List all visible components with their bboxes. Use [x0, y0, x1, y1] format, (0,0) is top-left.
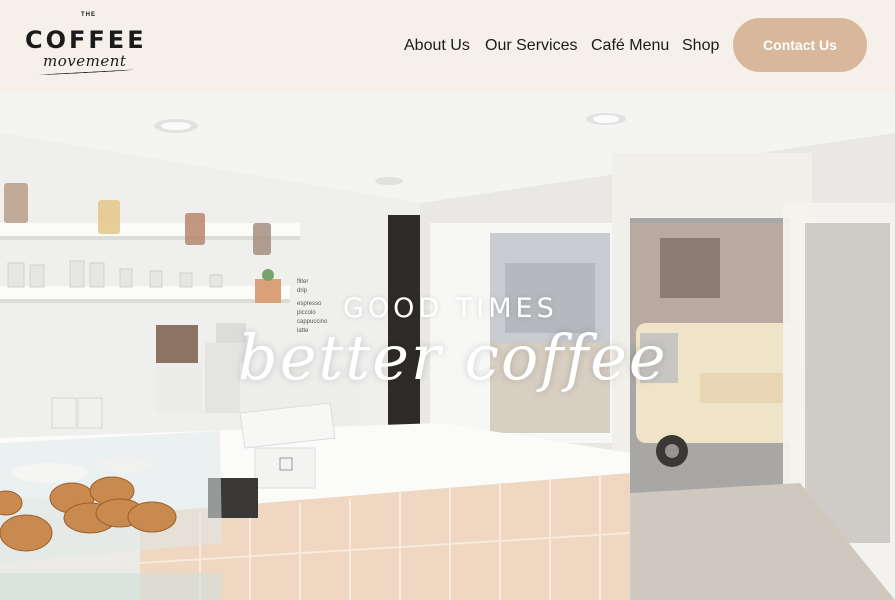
menu-item-cappuccino: cappuccino — [297, 319, 328, 325]
nav-our-services[interactable]: Our Services — [485, 37, 577, 55]
contact-us-button[interactable]: Contact Us — [733, 18, 867, 72]
nav-shop[interactable]: Shop — [682, 37, 719, 55]
logo-tagline: movement — [43, 52, 127, 70]
nav-about-us[interactable]: About Us — [404, 37, 470, 55]
brand-logo[interactable]: THE COFFEE movement — [25, 12, 150, 78]
logo-the: THE — [81, 12, 96, 18]
menu-item-drip: drip — [297, 288, 308, 294]
hero-banner: filter drip espresso piccolo cappuccino … — [0, 93, 895, 600]
menu-item-filter: filter — [297, 279, 308, 285]
menu-item-piccolo: piccolo — [297, 310, 316, 316]
site-header: THE COFFEE movement About Us Our Service… — [0, 0, 895, 93]
menu-item-latte: latte — [297, 328, 309, 334]
nav-cafe-menu[interactable]: Café Menu — [591, 37, 669, 55]
logo-wordmark: COFFEE — [25, 26, 147, 54]
cafe-interior-photo: filter drip espresso piccolo cappuccino … — [0, 93, 895, 600]
menu-item-espresso: espresso — [297, 301, 322, 307]
